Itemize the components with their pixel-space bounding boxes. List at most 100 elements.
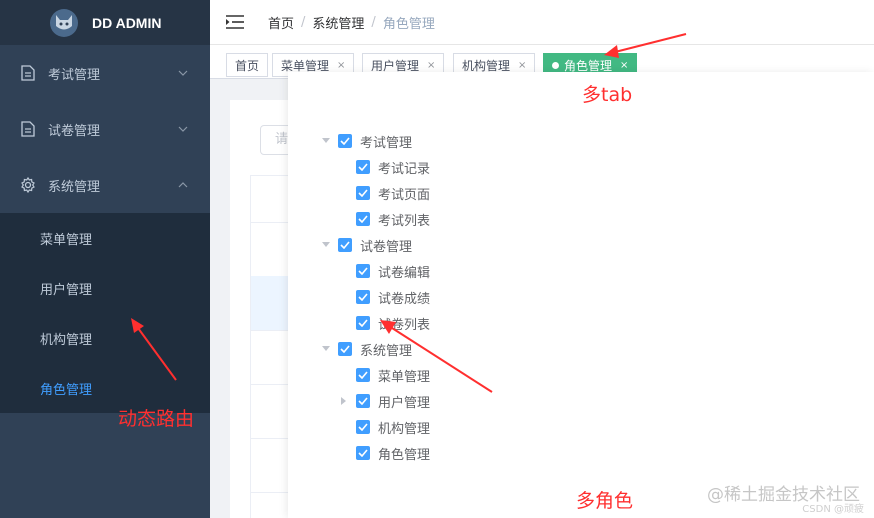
close-icon[interactable]: × — [620, 60, 628, 71]
table-divider — [250, 384, 290, 385]
table-divider — [250, 438, 290, 439]
active-dot-icon — [552, 61, 559, 69]
tag-home[interactable]: 首页 — [226, 53, 269, 77]
check-icon — [358, 189, 368, 197]
tree-node[interactable]: 试卷管理 — [320, 232, 412, 258]
table-divider — [250, 175, 290, 176]
tree-node-label: 考试页面 — [378, 187, 431, 203]
checkbox[interactable] — [356, 212, 370, 226]
cat-logo-icon — [50, 8, 78, 37]
breadcrumb-item[interactable]: 系统管理 — [312, 13, 364, 32]
tree-node[interactable]: 菜单管理 — [338, 362, 430, 388]
check-icon — [358, 397, 368, 405]
check-icon — [358, 449, 368, 457]
annotation-multi-tab: 多tab — [582, 84, 633, 106]
sidebar-item-org[interactable]: 机构管理 — [0, 313, 210, 363]
sidebar: DD ADMIN 考试管理 试卷管理 系统管理 菜单管理 用户管理 机构管理 角… — [0, 0, 210, 518]
close-icon[interactable]: × — [518, 60, 526, 71]
caret-down-icon[interactable] — [320, 135, 332, 147]
checkbox[interactable] — [356, 420, 370, 434]
role-permission-dialog: 考试管理考试记录考试页面考试列表试卷管理试卷编辑试卷成绩试卷列表系统管理菜单管理… — [288, 72, 874, 518]
tree-node[interactable]: 机构管理 — [338, 414, 430, 440]
tree-node[interactable]: 角色管理 — [338, 440, 430, 466]
tree-node-label: 试卷成绩 — [378, 291, 431, 307]
breadcrumb-item[interactable]: 首页 — [268, 13, 294, 32]
check-icon — [340, 241, 350, 249]
tree-node[interactable]: 系统管理 — [320, 336, 412, 362]
tree-node[interactable]: 试卷成绩 — [338, 284, 430, 310]
tree-node[interactable]: 试卷编辑 — [338, 258, 430, 284]
checkbox[interactable] — [356, 160, 370, 174]
breadcrumb-separator: / — [371, 14, 376, 30]
breadcrumb: 首页 / 系统管理 / 角色管理 — [268, 13, 435, 32]
sidebar-item-menu[interactable]: 菜单管理 — [0, 213, 210, 263]
tree-node[interactable]: 考试列表 — [338, 206, 430, 232]
check-icon — [358, 267, 368, 275]
checkbox[interactable] — [338, 342, 352, 356]
document-icon — [20, 65, 36, 81]
close-icon[interactable]: × — [427, 60, 435, 71]
logo[interactable]: DD ADMIN — [0, 0, 210, 45]
caret-down-icon[interactable] — [320, 343, 332, 355]
app-title: DD ADMIN — [92, 14, 162, 31]
sidebar-menu-paper[interactable]: 试卷管理 — [0, 101, 210, 157]
close-icon[interactable]: × — [337, 60, 345, 71]
checkbox[interactable] — [356, 186, 370, 200]
tree-node[interactable]: 考试记录 — [338, 154, 430, 180]
checkbox[interactable] — [356, 368, 370, 382]
tag-label: 用户管理 — [371, 58, 420, 73]
sidebar-menu-system[interactable]: 系统管理 — [0, 157, 210, 213]
annotation-multi-role: 多角色 — [576, 490, 634, 512]
checkbox[interactable] — [338, 134, 352, 148]
table-border — [250, 175, 251, 518]
check-icon — [340, 137, 350, 145]
tree-node[interactable]: 用户管理 — [338, 388, 430, 414]
table-divider — [250, 222, 290, 223]
system-submenu: 菜单管理 用户管理 机构管理 角色管理 — [0, 213, 210, 413]
checkbox[interactable] — [356, 316, 370, 330]
check-icon — [358, 423, 368, 431]
sidebar-menu-label: 试卷管理 — [48, 123, 101, 139]
tree-node-label: 试卷列表 — [378, 317, 431, 333]
caret-right-icon[interactable] — [338, 395, 350, 407]
sidebar-menu-label: 考试管理 — [48, 67, 101, 83]
tag-label: 角色管理 — [564, 58, 613, 73]
annotation-dynamic-route: 动态路由 — [118, 408, 195, 430]
check-icon — [358, 293, 368, 301]
check-icon — [358, 319, 368, 327]
tree-node-label: 用户管理 — [378, 395, 431, 411]
tree-node-label: 试卷管理 — [360, 239, 413, 255]
tree-node-label: 考试记录 — [378, 161, 431, 177]
chevron-down-icon — [178, 70, 188, 76]
checkbox[interactable] — [356, 290, 370, 304]
tree-node[interactable]: 考试页面 — [338, 180, 430, 206]
sidebar-menu-exam[interactable]: 考试管理 — [0, 45, 210, 101]
checkbox[interactable] — [338, 238, 352, 252]
hamburger-icon[interactable] — [226, 15, 244, 29]
table-divider — [250, 330, 290, 331]
gear-icon — [20, 177, 36, 193]
tree-node-label: 角色管理 — [378, 447, 431, 463]
caret-down-icon[interactable] — [320, 239, 332, 251]
tree-node[interactable]: 考试管理 — [320, 128, 412, 154]
chevron-up-icon — [178, 182, 188, 188]
checkbox[interactable] — [356, 446, 370, 460]
tree-node-label: 试卷编辑 — [378, 265, 431, 281]
breadcrumb-item: 角色管理 — [382, 16, 435, 32]
checkbox[interactable] — [356, 394, 370, 408]
breadcrumb-separator: / — [301, 14, 306, 30]
tree-node-label: 系统管理 — [360, 343, 413, 359]
tree-node-label: 考试列表 — [378, 213, 431, 229]
checkbox[interactable] — [356, 264, 370, 278]
tree-node-label: 机构管理 — [378, 421, 431, 437]
tree-node[interactable]: 试卷列表 — [338, 310, 430, 336]
sidebar-item-user[interactable]: 用户管理 — [0, 263, 210, 313]
